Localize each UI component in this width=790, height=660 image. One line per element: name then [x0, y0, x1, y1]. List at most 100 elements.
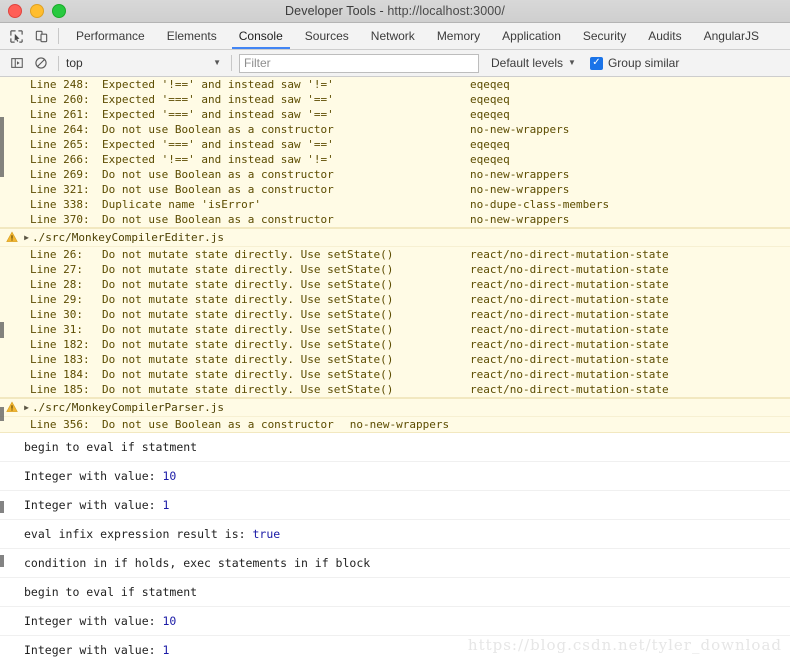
devtools-tabs: Performance Elements Console Sources Net…	[65, 23, 770, 49]
warning-line-message: Do not mutate state directly. Use setSta…	[102, 278, 394, 291]
log-row[interactable]: begin to eval if statment	[0, 433, 790, 462]
toolbar-divider-1	[58, 55, 59, 71]
tab-console[interactable]: Console	[228, 23, 294, 49]
warning-line[interactable]: Line 260: Expected '===' and instead saw…	[0, 92, 790, 107]
console-scrollbar[interactable]	[0, 77, 4, 660]
expand-arrow-icon[interactable]: ▶	[21, 230, 32, 245]
group-similar-checkbox[interactable]: ✓	[589, 56, 603, 70]
log-row[interactable]: eval infix expression result is: true	[0, 520, 790, 549]
group-similar-toggle[interactable]: ✓ Group similar	[589, 56, 679, 70]
execution-context-select[interactable]: top ▼	[66, 54, 224, 72]
warning-line-rule: no-new-wrappers	[349, 418, 450, 431]
warning-group: Line 248: Expected '!==' and instead saw…	[0, 77, 790, 228]
log-value: 10	[162, 469, 177, 483]
warning-line[interactable]: Line 30: Do not mutate state directly. U…	[0, 307, 790, 322]
log-row[interactable]: condition in if holds, exec statements i…	[0, 549, 790, 578]
tab-label: Console	[238, 29, 283, 43]
warning-line-message: Do not use Boolean as a constructor	[102, 168, 334, 181]
warning-line[interactable]: Line 27: Do not mutate state directly. U…	[0, 262, 790, 277]
log-row[interactable]: Integer with value: 1	[0, 491, 790, 520]
console-scrollbar-thumb[interactable]	[0, 117, 4, 177]
warning-line-number: Line 185:	[30, 383, 90, 396]
warning-line[interactable]: Line 266: Expected '!==' and instead saw…	[0, 152, 790, 167]
warning-line[interactable]: Line 269: Do not use Boolean as a constr…	[0, 167, 790, 182]
console-scrollbar-thumb[interactable]	[0, 322, 4, 338]
warning-line[interactable]: Line 261: Expected '===' and instead saw…	[0, 107, 790, 122]
chevron-down-icon: ▼	[213, 58, 221, 67]
minimize-button[interactable]	[30, 4, 44, 18]
warning-line-number: Line 321:	[30, 183, 90, 196]
log-row[interactable]: begin to eval if statment	[0, 578, 790, 607]
console-scrollbar-thumb[interactable]	[0, 555, 4, 567]
filter-input[interactable]: Filter	[239, 53, 479, 73]
log-row[interactable]: Integer with value: 10	[0, 462, 790, 491]
warning-line-message: Expected '===' and instead saw '=='	[102, 138, 334, 151]
warning-line-number: Line 266:	[30, 153, 90, 166]
warning-line-rule: react/no-direct-mutation-state	[470, 263, 669, 276]
warning-line-rule: react/no-direct-mutation-state	[470, 353, 669, 366]
tab-audits[interactable]: Audits	[637, 23, 692, 49]
clear-console-icon[interactable]	[32, 54, 50, 72]
window-titlebar: Developer Tools - http://localhost:3000/	[0, 0, 790, 23]
tab-application[interactable]: Application	[491, 23, 572, 49]
warning-line[interactable]: Line 31: Do not mutate state directly. U…	[0, 322, 790, 337]
tab-security[interactable]: Security	[572, 23, 637, 49]
warning-line[interactable]: Line 182: Do not mutate state directly. …	[0, 337, 790, 352]
console-scrollbar-thumb[interactable]	[0, 501, 4, 513]
warning-line-number: Line 269:	[30, 168, 90, 181]
tabbar-icons	[0, 23, 54, 49]
warning-line[interactable]: Line 185: Do not mutate state directly. …	[0, 382, 790, 397]
device-toolbar-icon[interactable]	[33, 28, 50, 45]
filter-placeholder: Filter	[244, 56, 271, 70]
warning-group-header[interactable]: ▶ ./src/MonkeyCompilerEditer.js	[0, 228, 790, 247]
tab-label: Application	[502, 29, 561, 43]
warning-line[interactable]: Line 264: Do not use Boolean as a constr…	[0, 122, 790, 137]
warning-line[interactable]: Line 356: Do not use Boolean as a constr…	[0, 417, 790, 432]
warning-line[interactable]: Line 26: Do not mutate state directly. U…	[0, 247, 790, 262]
close-button[interactable]	[8, 4, 22, 18]
tab-memory[interactable]: Memory	[426, 23, 491, 49]
log-levels-select[interactable]: Default levels ▼	[491, 56, 576, 70]
window-title-app: Developer Tools -	[285, 4, 388, 18]
warning-line-rule: no-new-wrappers	[470, 168, 570, 181]
log-row[interactable]: Integer with value: 1	[0, 636, 790, 660]
tab-angularjs[interactable]: AngularJS	[693, 23, 770, 49]
inspect-element-icon[interactable]	[8, 28, 25, 45]
window-controls	[0, 4, 66, 18]
warning-line-rule: react/no-direct-mutation-state	[470, 293, 669, 306]
tab-performance[interactable]: Performance	[65, 23, 156, 49]
tab-label: Performance	[76, 29, 145, 43]
warning-group-header[interactable]: ▶ ./src/MonkeyCompilerParser.js	[0, 398, 790, 417]
warning-line[interactable]: Line 370: Do not use Boolean as a constr…	[0, 212, 790, 227]
warning-line[interactable]: Line 248: Expected '!==' and instead saw…	[0, 77, 790, 92]
tab-sources[interactable]: Sources	[294, 23, 360, 49]
warning-line[interactable]: Line 29: Do not mutate state directly. U…	[0, 292, 790, 307]
warning-line-number: Line 261:	[30, 108, 90, 121]
zoom-button[interactable]	[52, 4, 66, 18]
log-row[interactable]: Integer with value: 10	[0, 607, 790, 636]
warning-line-message: Do not mutate state directly. Use setSta…	[102, 338, 394, 351]
log-text: begin to eval if statment	[24, 440, 198, 454]
warning-line-message: Expected '===' and instead saw '=='	[102, 108, 334, 121]
warning-line[interactable]: Line 265: Expected '===' and instead saw…	[0, 137, 790, 152]
window-title-url: http://localhost:3000/	[387, 4, 505, 18]
console-sidebar-icon[interactable]	[8, 54, 26, 72]
expand-arrow-icon[interactable]: ▶	[21, 400, 32, 415]
tab-network[interactable]: Network	[360, 23, 426, 49]
warning-line[interactable]: Line 28: Do not mutate state directly. U…	[0, 277, 790, 292]
log-value: 1	[162, 643, 170, 657]
warning-line-rule: eqeqeq	[470, 93, 510, 106]
log-text: Integer with value:	[24, 469, 163, 483]
warning-line-rule: react/no-direct-mutation-state	[470, 248, 669, 261]
warning-line[interactable]: Line 321: Do not use Boolean as a constr…	[0, 182, 790, 197]
warning-line[interactable]: Line 338: Duplicate name 'isError' no-du…	[0, 197, 790, 212]
warning-line-message: Do not use Boolean as a constructor	[102, 418, 334, 431]
warning-line[interactable]: Line 183: Do not mutate state directly. …	[0, 352, 790, 367]
console-scrollbar-thumb[interactable]	[0, 407, 4, 421]
tab-label: Elements	[166, 29, 217, 43]
console-output[interactable]: Line 248: Expected '!==' and instead saw…	[0, 77, 790, 660]
warning-icon	[6, 401, 18, 414]
warning-line-rule: eqeqeq	[470, 78, 510, 91]
tab-elements[interactable]: Elements	[156, 23, 228, 49]
warning-line[interactable]: Line 184: Do not mutate state directly. …	[0, 367, 790, 382]
